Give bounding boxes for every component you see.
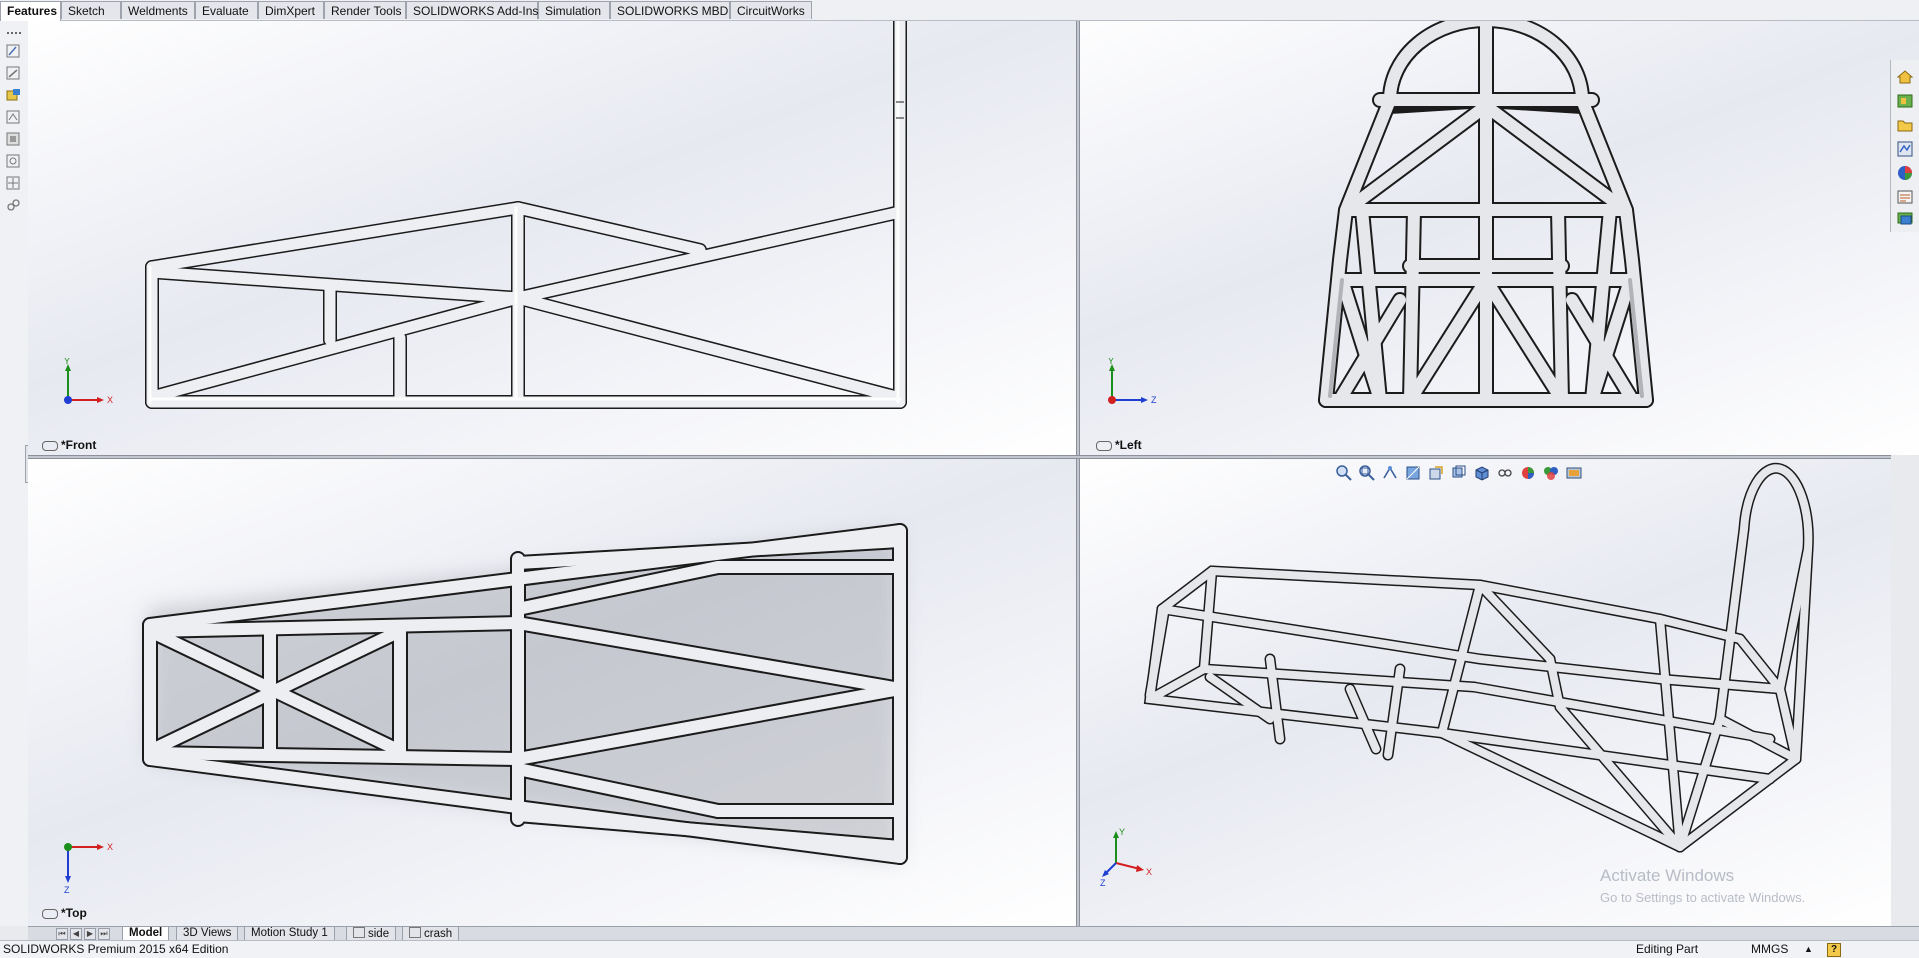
zoom-area-icon[interactable]	[1358, 464, 1376, 482]
unit-menu-arrow-icon[interactable]: ▲	[1804, 941, 1813, 958]
viewport-front[interactable]: Y X *Front	[28, 20, 1076, 455]
tab-dimxpert[interactable]: DimXpert	[258, 1, 324, 19]
viewport-top[interactable]: Z X *Top	[28, 459, 1076, 926]
frame-left-view	[1318, 12, 1654, 408]
axis-label: Y	[64, 358, 70, 366]
view-settings-icon[interactable]	[1565, 464, 1583, 482]
viewport-isometric[interactable]: Y Z X	[1080, 459, 1891, 926]
axis-triad-front: Y X	[64, 358, 113, 405]
apply-scene-icon[interactable]	[1542, 464, 1560, 482]
tab-3d-views[interactable]: 3D Views	[176, 927, 239, 941]
edit-sketch-icon[interactable]	[6, 88, 21, 102]
tab-sketch[interactable]: Sketch	[61, 1, 121, 19]
axis-label: Z	[1100, 878, 1106, 887]
view-orientation-icon[interactable]	[1450, 464, 1468, 482]
viewport-splitter-vertical[interactable]	[1076, 0, 1080, 926]
features-icon[interactable]	[6, 132, 21, 146]
frame-isometric-view	[1143, 462, 1814, 853]
custom-properties-icon[interactable]	[1896, 188, 1914, 206]
frame-front-view	[145, 20, 907, 409]
axis-triad-top: Z X	[64, 842, 113, 895]
tab-simulation[interactable]: Simulation	[538, 1, 610, 19]
display-style-icon[interactable]	[1473, 464, 1491, 482]
model-tab-bar: ⏮ ◀ ▶ ⏭ Model 3D Views Motion Study 1 si…	[28, 926, 1919, 941]
frame-top-view	[142, 523, 908, 865]
part-icon[interactable]	[6, 154, 21, 168]
file-explorer-icon[interactable]	[1896, 116, 1914, 134]
viewport-left[interactable]: Y Z *Left ⊟ ⊞ – ❐ ✕	[1080, 0, 1919, 455]
axis-label: Y	[1108, 358, 1114, 366]
edit-appearance-icon[interactable]	[1519, 464, 1537, 482]
product-edition: SOLIDWORKS Premium 2015 x64 Edition	[3, 942, 229, 956]
axis-label: X	[1146, 867, 1152, 877]
axis-label: Y	[1119, 827, 1125, 837]
link-icon[interactable]	[6, 198, 21, 212]
axis-label: X	[107, 842, 113, 852]
eye-icon	[42, 908, 58, 919]
viewport-label: *Front	[42, 438, 96, 452]
viewport-splitter-horizontal[interactable]	[28, 455, 1891, 459]
axis-label: Z	[64, 885, 70, 895]
zoom-to-fit-icon[interactable]	[1335, 464, 1353, 482]
task-pane	[1890, 60, 1919, 232]
grip-icon	[6, 26, 21, 40]
tab-evaluate[interactable]: Evaluate	[195, 1, 258, 19]
heads-up-view-toolbar	[1335, 462, 1583, 484]
tab-features[interactable]: Features	[0, 1, 61, 21]
section-view-icon[interactable]	[1404, 464, 1422, 482]
viewport-label: *Left	[1096, 438, 1142, 452]
editing-mode: Editing Part	[1636, 942, 1699, 956]
axis-triad-left: Y Z	[1108, 358, 1157, 405]
reference-geometry-icon[interactable]	[6, 176, 21, 190]
dynamic-annotation-icon[interactable]	[1427, 464, 1445, 482]
command-manager: Features Sketch Weldments Evaluate DimXp…	[0, 0, 1919, 21]
tab-render-tools[interactable]: Render Tools	[324, 1, 406, 19]
first-tab-arrow-icon[interactable]: ⏮	[56, 928, 68, 940]
eye-icon	[42, 440, 58, 451]
sketch-3d-icon[interactable]	[6, 110, 21, 124]
viewport-label: *Top	[42, 906, 87, 920]
tab-model[interactable]: Model	[122, 927, 170, 941]
next-tab-arrow-icon[interactable]: ▶	[84, 928, 96, 940]
tab-circuitworks[interactable]: CircuitWorks	[730, 1, 812, 19]
view-palette-icon[interactable]	[1896, 140, 1914, 158]
previous-view-icon[interactable]	[1381, 464, 1399, 482]
axis-label: X	[107, 395, 113, 405]
unit-system[interactable]: MMGS	[1751, 941, 1788, 958]
previous-tab-arrow-icon[interactable]: ◀	[70, 928, 82, 940]
sketch-plane-icon[interactable]	[6, 66, 21, 80]
tab-weldments[interactable]: Weldments	[121, 1, 195, 19]
last-tab-arrow-icon[interactable]: ⏭	[98, 928, 110, 940]
eye-icon	[1096, 440, 1112, 451]
appearances-icon[interactable]	[1896, 164, 1914, 182]
study-icon	[353, 927, 365, 938]
sketch-icon[interactable]	[6, 44, 21, 58]
status-bar: SOLIDWORKS Premium 2015 x64 Edition Edit…	[0, 940, 1919, 958]
axis-triad-isometric: Y Z X	[1100, 827, 1152, 887]
tab-crash[interactable]: crash	[402, 927, 460, 941]
study-icon	[409, 927, 421, 938]
tab-motion-study[interactable]: Motion Study 1	[244, 927, 335, 941]
tab-solidworks-mbd[interactable]: SOLIDWORKS MBD	[610, 1, 730, 19]
solidworks-resources-icon[interactable]	[1896, 68, 1914, 86]
tab-side[interactable]: side	[346, 927, 397, 941]
hide-show-items-icon[interactable]	[1496, 464, 1514, 482]
design-library-icon[interactable]	[1896, 92, 1914, 110]
help-icon[interactable]: ?	[1827, 943, 1841, 957]
solidworks-forum-icon[interactable]	[1896, 210, 1914, 228]
tab-solidworks-addins[interactable]: SOLIDWORKS Add-Ins	[406, 1, 538, 19]
axis-label: Z	[1151, 395, 1157, 405]
